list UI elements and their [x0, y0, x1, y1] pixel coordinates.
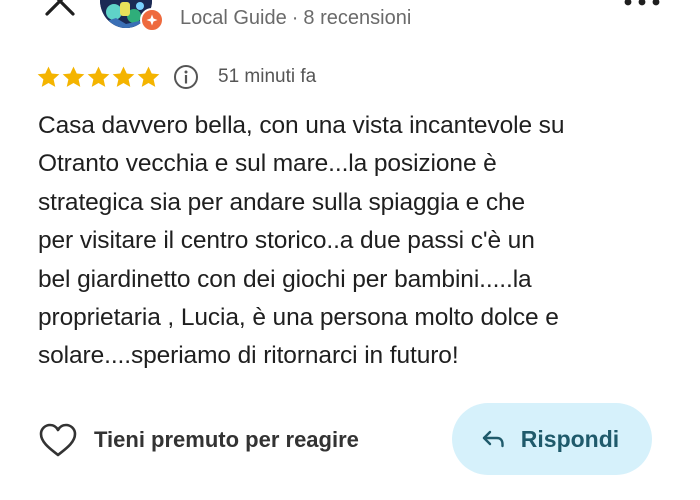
- star-icon: [137, 66, 160, 87]
- more-options-icon[interactable]: [624, 0, 660, 14]
- reply-arrow-icon: [482, 430, 504, 448]
- review-line: strategica sia per andare sulla spiaggia…: [38, 188, 526, 216]
- review-line: Otranto vecchia e sul mare...la posizion…: [38, 150, 497, 178]
- reply-button[interactable]: Rispondi: [452, 403, 652, 475]
- info-icon[interactable]: [173, 64, 199, 90]
- local-guide-badge-icon: [140, 8, 164, 32]
- review-header: Local Guide · 8 recensioni: [0, 0, 700, 44]
- star-icon: [62, 66, 85, 87]
- react-button[interactable]: Tieni premuto per reagire: [38, 420, 359, 460]
- review-line: proprietaria , Lucia, è una persona molt…: [38, 304, 559, 332]
- close-icon[interactable]: [44, 0, 76, 18]
- review-count: 8 recensioni: [303, 7, 412, 29]
- review-time: 51 minuti fa: [218, 66, 317, 87]
- reply-label: Rispondi: [520, 425, 620, 452]
- star-icon: [37, 66, 60, 87]
- reviewer-subtitle: Local Guide · 8 recensioni: [180, 7, 411, 30]
- review-line: bel giardinetto con dei giochi per bambi…: [38, 265, 532, 293]
- star-icon: [112, 66, 135, 87]
- review-line: Casa davvero bella, con una vista incant…: [38, 112, 565, 139]
- reviewer-tag: Local Guide: [180, 7, 287, 29]
- star-icon: [87, 66, 110, 87]
- rating-row: 51 minuti fa: [36, 62, 316, 92]
- review-text: Casa davvero bella, con una vista incant…: [38, 107, 678, 376]
- separator: ·: [291, 7, 299, 29]
- react-label: Tieni premuto per reagire: [94, 427, 359, 452]
- review-line: per visitare il centro storico..a due pa…: [38, 227, 535, 255]
- star-rating: [36, 65, 161, 90]
- review-line: solare....speriamo di ritornarci in futu…: [38, 342, 459, 370]
- heart-icon: [39, 423, 77, 457]
